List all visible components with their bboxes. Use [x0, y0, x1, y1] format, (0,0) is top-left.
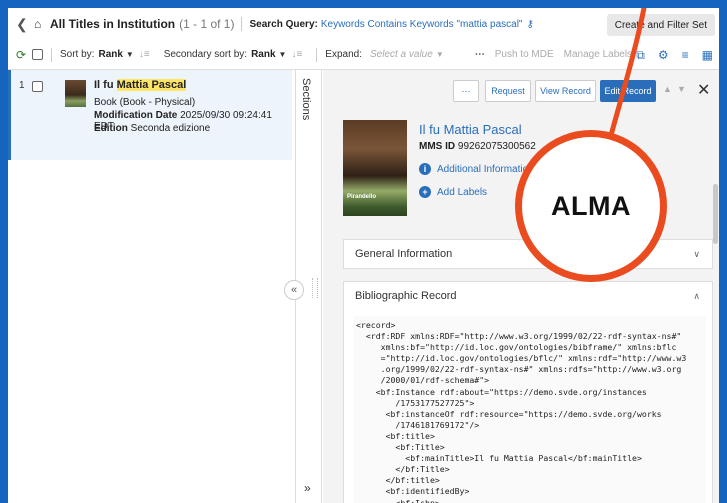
record-actions: ⋯ Request View Record Edit Record ▲ ▼ ✕ — [323, 80, 719, 104]
secondary-sort-select[interactable]: Rank — [251, 49, 275, 60]
add-labels-text: Add Labels — [437, 187, 488, 198]
secondary-sort-label: Secondary sort by: — [163, 49, 248, 60]
more-actions-icon[interactable]: ⋯ — [475, 49, 485, 60]
view-record-button[interactable]: View Record — [535, 80, 596, 102]
divider — [241, 17, 243, 31]
edition-value: Seconda edizione — [130, 123, 211, 134]
bibliographic-record-body: <record> <rdf:RDF xmlns:RDF="http://www.… — [343, 310, 713, 503]
gear-icon[interactable]: ⚙ — [658, 48, 669, 63]
xml-line: <bf:identifiedBy> — [356, 486, 470, 497]
mms-id: MMS ID 99262075300562 — [419, 141, 536, 152]
xml-line: <rdf:RDF xmlns:RDF="http://www.w3.org/19… — [356, 331, 682, 342]
more-actions-button[interactable]: ⋯ — [453, 80, 479, 102]
xml-line: .org/1999/02/22-rdf-syntax-ns#" xmlns:rd… — [356, 364, 682, 375]
sort-select[interactable]: Rank — [98, 49, 122, 60]
additional-information-link[interactable]: i Additional Information — [419, 163, 534, 175]
chevron-down-icon: ∨ — [693, 248, 700, 259]
edition: Edition Seconda edizione — [94, 123, 210, 134]
divider — [316, 47, 318, 62]
resize-grip-icon[interactable] — [312, 278, 318, 298]
sort-label: Sort by: — [60, 49, 95, 60]
mms-id-label: MMS ID — [419, 141, 456, 152]
xml-line: xmlns:bf="http://id.loc.gov/ontologies/b… — [356, 342, 677, 353]
info-icon: i — [419, 163, 431, 175]
home-icon[interactable]: ⌂ — [34, 17, 50, 31]
expand-select[interactable]: Select a value — [370, 49, 433, 60]
section-title: General Information — [355, 248, 453, 260]
chevron-up-icon: ∧ — [693, 290, 700, 301]
list-view-icon[interactable]: ≡ — [682, 48, 689, 63]
book-cover-image: Pirandello — [343, 120, 407, 216]
logo-text: ALMA — [551, 190, 631, 221]
edit-query-icon[interactable]: ⚷ — [526, 19, 533, 30]
result-checkbox[interactable] — [32, 81, 43, 92]
mod-date-label: Modification Date — [94, 110, 178, 121]
sort-direction-icon[interactable]: ↓≡ — [291, 49, 302, 60]
xml-line: /1753177527725"> — [356, 397, 475, 408]
xml-line: <record> — [356, 320, 396, 330]
xml-line: </bf:Title> — [356, 464, 450, 475]
xml-line: /2000/01/rdf-schema#"> — [356, 375, 490, 386]
result-title[interactable]: Il fu Mattia Pascal — [94, 79, 187, 91]
scrollbar[interactable] — [713, 184, 718, 244]
xml-line: <bf:Instance rdf:about="https://demo.svd… — [356, 386, 647, 397]
cover-thumbnail — [65, 80, 86, 107]
request-button[interactable]: Request — [485, 80, 531, 102]
chevron-down-icon[interactable]: ▼ — [279, 50, 287, 59]
back-arrow-icon[interactable]: ❮ — [16, 16, 34, 33]
title-prefix: Il fu — [94, 79, 117, 91]
chevron-down-icon[interactable]: ▼ — [126, 50, 134, 59]
select-all-checkbox[interactable] — [32, 49, 43, 60]
record-panel: ⋯ Request View Record Edit Record ▲ ▼ ✕ … — [323, 70, 719, 503]
sections-label[interactable]: Sections — [300, 78, 312, 120]
edition-label: Edition — [94, 123, 128, 134]
section-title: Bibliographic Record — [355, 290, 457, 302]
alma-logo: ALMA — [515, 130, 667, 282]
mms-id-value: 99262075300562 — [457, 141, 536, 152]
search-highlight: Mattia Pascal — [116, 79, 187, 91]
xml-line: <bf:instanceOf rdf:resource="https://dem… — [356, 408, 662, 419]
expand-label: Expand: — [325, 49, 362, 60]
next-record-icon[interactable]: ▼ — [677, 84, 686, 94]
bibliographic-record-section[interactable]: Bibliographic Record ∧ — [343, 281, 713, 311]
close-icon[interactable]: ✕ — [697, 80, 710, 100]
refresh-icon[interactable]: ⟳ — [16, 48, 32, 62]
cover-text: Pirandello — [347, 194, 377, 200]
xml-line: <bf:mainTitle>Il fu Mattia Pascal</bf:ma… — [356, 453, 642, 464]
xml-line: </bf:title> — [356, 475, 440, 486]
previous-record-icon[interactable]: ▲ — [663, 84, 672, 94]
grid-view-icon[interactable]: ▦ — [702, 48, 713, 63]
page-title: All Titles in Institution — [50, 17, 176, 31]
result-count: (1 - 1 of 1) — [179, 17, 235, 31]
divider — [51, 47, 52, 62]
collapse-list-icon[interactable]: « — [284, 280, 304, 300]
xml-line: /1746181769172"/> — [356, 419, 480, 430]
result-type: Book (Book - Physical) — [94, 97, 196, 108]
list-item[interactable]: 1 Il fu Mattia Pascal Book (Book - Physi… — [8, 70, 292, 160]
xml-line: <bf:Isbn> — [356, 497, 440, 503]
additional-info-text: Additional Information — [437, 164, 534, 175]
search-query-value[interactable]: Keywords Contains Keywords "mattia pasca… — [321, 19, 523, 30]
arrow-pointer-icon — [605, 8, 647, 149]
push-to-mde-button[interactable]: Push to MDE — [495, 49, 554, 60]
app-frame: ❮ ⌂ All Titles in Institution (1 - 1 of … — [8, 8, 719, 503]
search-query-label: Search Query: — [249, 18, 318, 30]
plus-icon: + — [419, 186, 431, 198]
xml-line: ="http://id.loc.gov/ontologies/bflc/" xm… — [356, 353, 687, 364]
marc-xml-viewer[interactable]: <record> <rdf:RDF xmlns:RDF="http://www.… — [354, 316, 706, 503]
record-title[interactable]: Il fu Mattia Pascal — [419, 122, 522, 137]
expand-sections-icon[interactable]: » — [304, 481, 311, 495]
xml-line: <bf:title> — [356, 430, 435, 441]
xml-line: <bf:Title> — [356, 442, 445, 453]
add-labels-link[interactable]: + Add Labels — [419, 186, 487, 198]
chevron-down-icon[interactable]: ▼ — [436, 50, 444, 59]
sort-direction-icon[interactable]: ↓≡ — [139, 49, 150, 60]
result-number: 1 — [19, 80, 25, 91]
